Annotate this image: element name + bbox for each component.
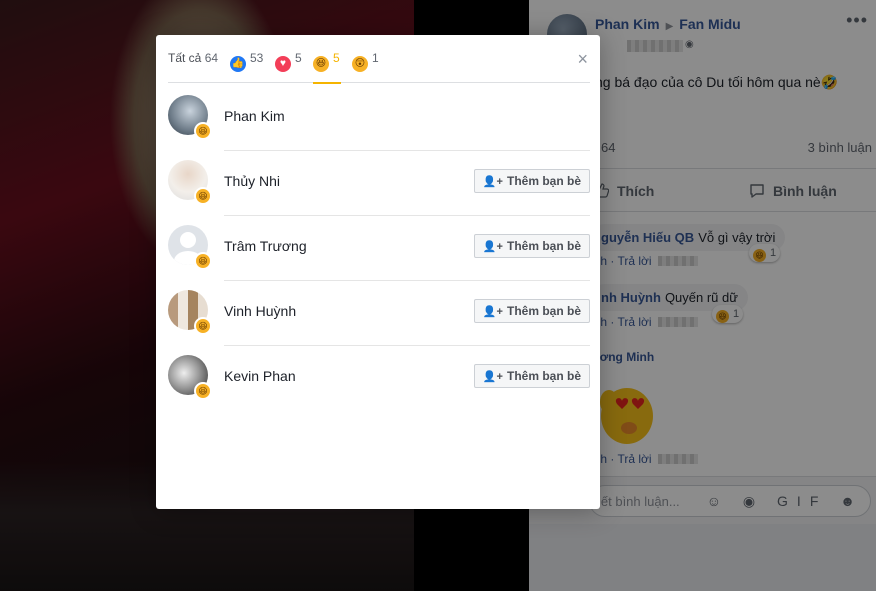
divider xyxy=(224,345,590,346)
list-item: 😆 Thủy Nhi 👤+ Thêm bạn bè xyxy=(168,152,590,216)
add-friend-button[interactable]: 👤+ Thêm bạn bè xyxy=(473,299,590,323)
add-friend-label: Thêm bạn bè xyxy=(506,174,581,188)
like-button[interactable]: Thích xyxy=(593,183,654,199)
comment-actions[interactable]: ích · Trả lời xyxy=(591,315,698,329)
timestamp-blurred xyxy=(657,454,698,464)
comment-label: Bình luận xyxy=(773,183,837,199)
person-name[interactable]: Trâm Trương xyxy=(224,238,307,254)
like-icon: 👍 xyxy=(230,56,246,72)
timestamp-blurred xyxy=(627,40,683,52)
tab-all[interactable]: Tất cả 64 xyxy=(168,51,218,83)
reaction-count[interactable]: 64 xyxy=(601,140,615,155)
comment-actions-text: ích · Trả lời xyxy=(591,452,652,466)
haha-icon: 😆 xyxy=(313,56,329,72)
haha-icon: 😆 xyxy=(194,122,212,140)
tab-all-count: 64 xyxy=(204,51,219,65)
like-label: Thích xyxy=(617,183,655,199)
sticker-image xyxy=(600,388,653,444)
comment-text: Quyến rũ dữ xyxy=(664,290,738,305)
comment-actions[interactable]: ích · Trả lời xyxy=(591,452,698,466)
post-author-line: Phan Kim ▶ Fan Midu xyxy=(595,16,741,32)
tab-wow[interactable]: 😲 1 xyxy=(352,51,379,83)
post-footer-area xyxy=(529,524,876,591)
author-name[interactable]: Phan Kim xyxy=(595,16,660,32)
add-friend-icon: 👤+ xyxy=(482,176,503,188)
comment-button[interactable]: Bình luận xyxy=(749,183,837,199)
wow-icon: 😲 xyxy=(352,56,368,72)
tab-haha[interactable]: 😆 5 xyxy=(313,51,343,84)
divider xyxy=(224,215,590,216)
comment-actions-text: ích · Trả lời xyxy=(591,315,652,329)
person-name[interactable]: Phan Kim xyxy=(224,108,285,124)
divider xyxy=(224,150,590,151)
add-friend-button[interactable]: 👤+ Thêm bạn bè xyxy=(473,364,590,388)
comment-author[interactable]: nh Huỳnh xyxy=(601,290,661,305)
timestamp-blurred xyxy=(657,256,698,266)
comment-reaction-pill[interactable]: 😆 1 xyxy=(749,244,781,262)
comment-actions-text: ích · Trả lời xyxy=(591,254,652,268)
active-tab-underline xyxy=(313,82,341,84)
add-friend-label: Thêm bạn bè xyxy=(506,369,581,383)
haha-icon: 😆 xyxy=(194,317,212,335)
person-name[interactable]: Thủy Nhi xyxy=(224,173,280,189)
comment-icon xyxy=(750,184,764,198)
globe-icon: ◉ xyxy=(685,39,694,50)
post-text: ng bá đạo của cô Du tối hôm qua nè🤣 xyxy=(595,74,839,90)
arrow-right-icon: ▶ xyxy=(665,21,674,32)
add-friend-button[interactable]: 👤+ Thêm bạn bè xyxy=(473,169,590,193)
comment-reaction-pill[interactable]: 😆 1 xyxy=(712,305,744,323)
tab-all-label: Tất cả xyxy=(168,51,202,65)
haha-icon: 😆 xyxy=(194,382,212,400)
reaction-tabs: Tất cả 64 👍 53 ♥ 5 😆 5 😲 1 xyxy=(168,35,590,84)
reactions-dialog: Tất cả 64 👍 53 ♥ 5 😆 5 😲 1 × 😆 Phan Kim 😆 xyxy=(156,35,600,509)
haha-icon: 😆 xyxy=(194,187,212,205)
list-item: 😆 Phan Kim xyxy=(168,87,590,151)
love-icon: ♥ xyxy=(275,56,291,72)
comments-count[interactable]: 3 bình luận xyxy=(808,140,872,155)
person-name[interactable]: Kevin Phan xyxy=(224,368,296,384)
close-icon[interactable]: × xyxy=(577,49,588,70)
add-friend-icon: 👤+ xyxy=(482,371,503,383)
comment-actions[interactable]: ích · Trả lời xyxy=(591,254,698,268)
list-item: 😆 Trâm Trương 👤+ Thêm bạn bè xyxy=(168,217,590,281)
more-options-icon[interactable]: ••• xyxy=(846,10,868,31)
haha-icon: 😆 xyxy=(194,252,212,270)
person-name[interactable]: Vinh Huỳnh xyxy=(224,303,296,319)
add-friend-button[interactable]: 👤+ Thêm bạn bè xyxy=(473,234,590,258)
divider xyxy=(224,280,590,281)
list-item: 😆 Kevin Phan 👤+ Thêm bạn bè xyxy=(168,347,590,411)
haha-icon: 😆 xyxy=(716,310,729,323)
tab-like[interactable]: 👍 53 xyxy=(230,51,263,83)
tab-haha-count: 5 xyxy=(333,51,340,65)
comment-author[interactable]: ương Minh xyxy=(591,350,654,364)
timestamp-blurred xyxy=(657,317,698,327)
comment-input[interactable]: iết bình luận... ☺ ◉ GIF ☻ xyxy=(589,485,871,517)
comment-text: Vỗ gì vậy trời xyxy=(698,230,776,245)
page-name[interactable]: Fan Midu xyxy=(679,16,740,32)
comment-placeholder: iết bình luận... xyxy=(598,494,680,509)
tab-like-count: 53 xyxy=(250,51,264,65)
tab-love-count: 5 xyxy=(295,51,302,65)
tab-love[interactable]: ♥ 5 xyxy=(275,51,302,83)
tab-wow-count: 1 xyxy=(372,51,379,65)
comment-author[interactable]: guyễn Hiếu QB xyxy=(601,230,694,245)
list-item: 😆 Vinh Huỳnh 👤+ Thêm bạn bè xyxy=(168,282,590,346)
add-friend-label: Thêm bạn bè xyxy=(506,304,581,318)
composer-tools-icons[interactable]: ☺ ◉ GIF ☻ xyxy=(707,493,864,510)
add-friend-icon: 👤+ xyxy=(482,241,503,253)
add-friend-icon: 👤+ xyxy=(482,306,503,318)
add-friend-label: Thêm bạn bè xyxy=(506,239,581,253)
reaction-count: 1 xyxy=(733,308,740,320)
reaction-count: 1 xyxy=(770,247,777,259)
haha-icon: 😆 xyxy=(753,249,766,262)
